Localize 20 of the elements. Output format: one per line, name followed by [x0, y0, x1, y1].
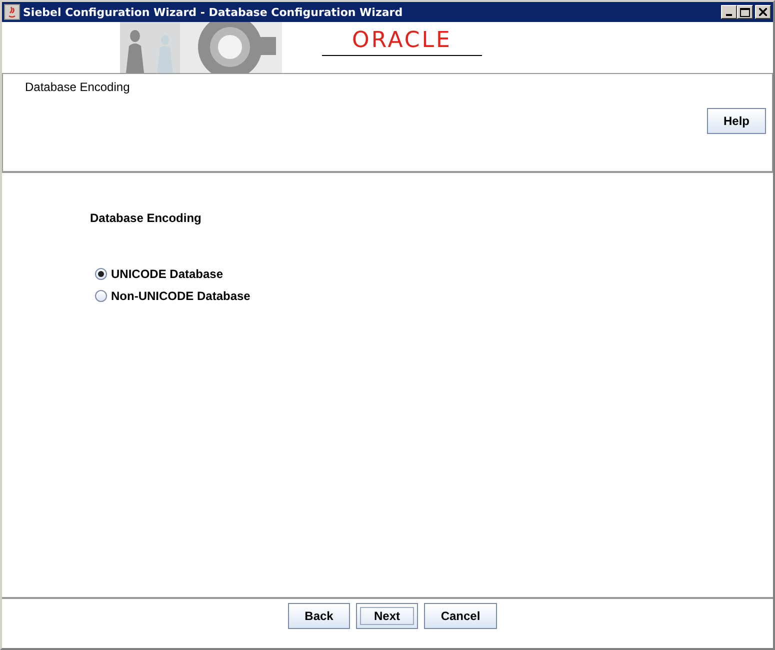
logo: ORACLE: [322, 24, 482, 56]
maximize-button[interactable]: [737, 5, 753, 19]
window-title: Siebel Configuration Wizard - Database Configuration Wizard: [23, 6, 404, 18]
close-icon: [759, 8, 767, 16]
minimize-button[interactable]: [721, 5, 737, 19]
section-heading: Database Encoding: [90, 211, 202, 225]
wizard-button[interactable]: Cancel: [424, 603, 497, 629]
radio-option[interactable]: Non-UNICODE Database: [95, 289, 773, 303]
help-button[interactable]: Help: [707, 108, 766, 134]
option-label: Non-UNICODE Database: [111, 289, 250, 303]
app-icon: [4, 4, 20, 20]
radio-button[interactable]: [95, 290, 107, 302]
wizard-button[interactable]: Back: [288, 603, 350, 629]
option-label: UNICODE Database: [111, 267, 224, 281]
close-button[interactable]: [755, 5, 771, 19]
radio-option[interactable]: UNICODE Database: [95, 267, 773, 281]
wizard-button[interactable]: Next: [356, 603, 418, 629]
maximize-icon: [740, 8, 750, 16]
radio-button[interactable]: [95, 268, 107, 280]
page-title: Database Encoding: [25, 80, 131, 94]
